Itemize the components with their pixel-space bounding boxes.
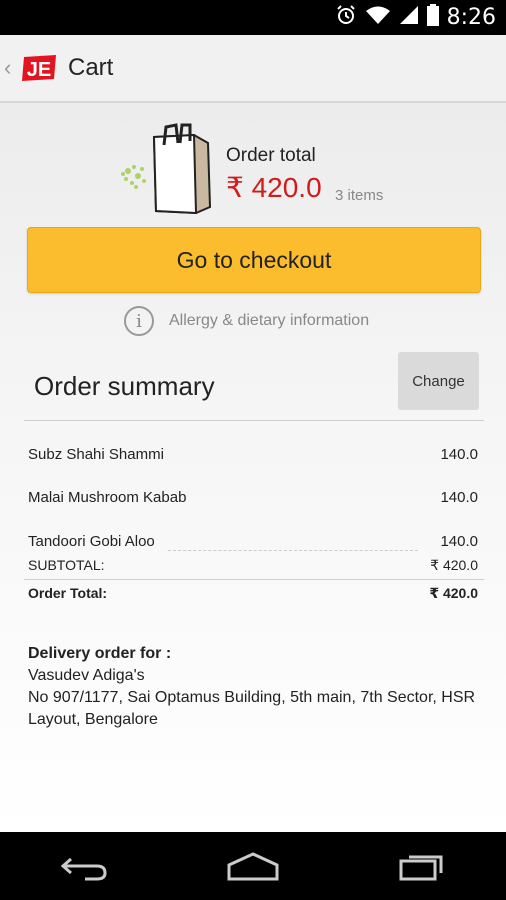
dashed-divider: [168, 550, 418, 551]
divider: [24, 579, 484, 580]
order-total-amount: ₹ 420.0: [226, 172, 322, 203]
item-price: 140.0: [440, 446, 478, 463]
home-icon[interactable]: [223, 846, 283, 886]
order-summary-title: Order summary: [34, 371, 215, 401]
subtotal-value: ₹ 420.0: [430, 557, 478, 573]
back-icon[interactable]: [54, 846, 114, 886]
order-item-row: Tandoori Gobi Aloo 140.0: [28, 533, 478, 550]
order-item-row: Malai Mushroom Kabab 140.0: [28, 489, 478, 506]
cart-content: Order total ₹ 420.0 3 items Go to checko…: [0, 103, 506, 832]
item-name: Malai Mushroom Kabab: [28, 489, 187, 506]
clock: 8:26: [446, 5, 496, 30]
total-label: Order Total:: [28, 585, 108, 601]
item-count: 3 items: [335, 187, 384, 204]
allergy-label: Allergy & dietary information: [169, 312, 370, 329]
alarm-icon: [335, 4, 357, 31]
recent-apps-icon[interactable]: [392, 846, 452, 886]
action-bar: ‹ JE Cart: [0, 35, 506, 103]
subtotal-row: SUBTOTAL: ₹ 420.0: [28, 557, 478, 574]
app-logo[interactable]: JE: [20, 53, 60, 83]
change-button[interactable]: Change: [398, 352, 479, 410]
total-value: ₹ 420.0: [429, 585, 478, 601]
item-price: 140.0: [440, 489, 478, 506]
shopping-bag-icon: [118, 121, 218, 221]
signal-icon: [399, 5, 419, 30]
delivery-info: Delivery order for : Vasudev Adiga's No …: [28, 643, 488, 731]
total-row: Order Total: ₹ 420.0: [28, 585, 478, 602]
item-price: 140.0: [440, 533, 478, 550]
battery-icon: [426, 4, 439, 31]
order-total-block: Order total ₹ 420.0 3 items: [118, 121, 418, 221]
checkout-button[interactable]: Go to checkout: [27, 227, 481, 293]
divider: [24, 420, 484, 421]
wifi-icon: [365, 5, 391, 30]
order-item-row: Subz Shahi Shammi 140.0: [28, 446, 478, 463]
navigation-bar: [0, 832, 506, 900]
subtotal-label: SUBTOTAL:: [28, 557, 105, 573]
page-title: Cart: [68, 54, 114, 81]
item-name: Tandoori Gobi Aloo: [28, 533, 155, 550]
svg-text:JE: JE: [27, 59, 51, 81]
item-name: Subz Shahi Shammi: [28, 446, 164, 463]
back-chevron-icon[interactable]: ‹: [4, 55, 18, 81]
delivery-heading: Delivery order for :: [28, 645, 172, 662]
allergy-info-link[interactable]: i Allergy & dietary information: [124, 306, 369, 336]
info-icon: i: [124, 306, 154, 336]
order-total-label: Order total: [226, 145, 316, 166]
delivery-address: No 907/1177, Sai Optamus Building, 5th m…: [28, 689, 476, 728]
status-bar: 8:26: [0, 0, 506, 35]
delivery-name: Vasudev Adiga's: [28, 667, 145, 684]
